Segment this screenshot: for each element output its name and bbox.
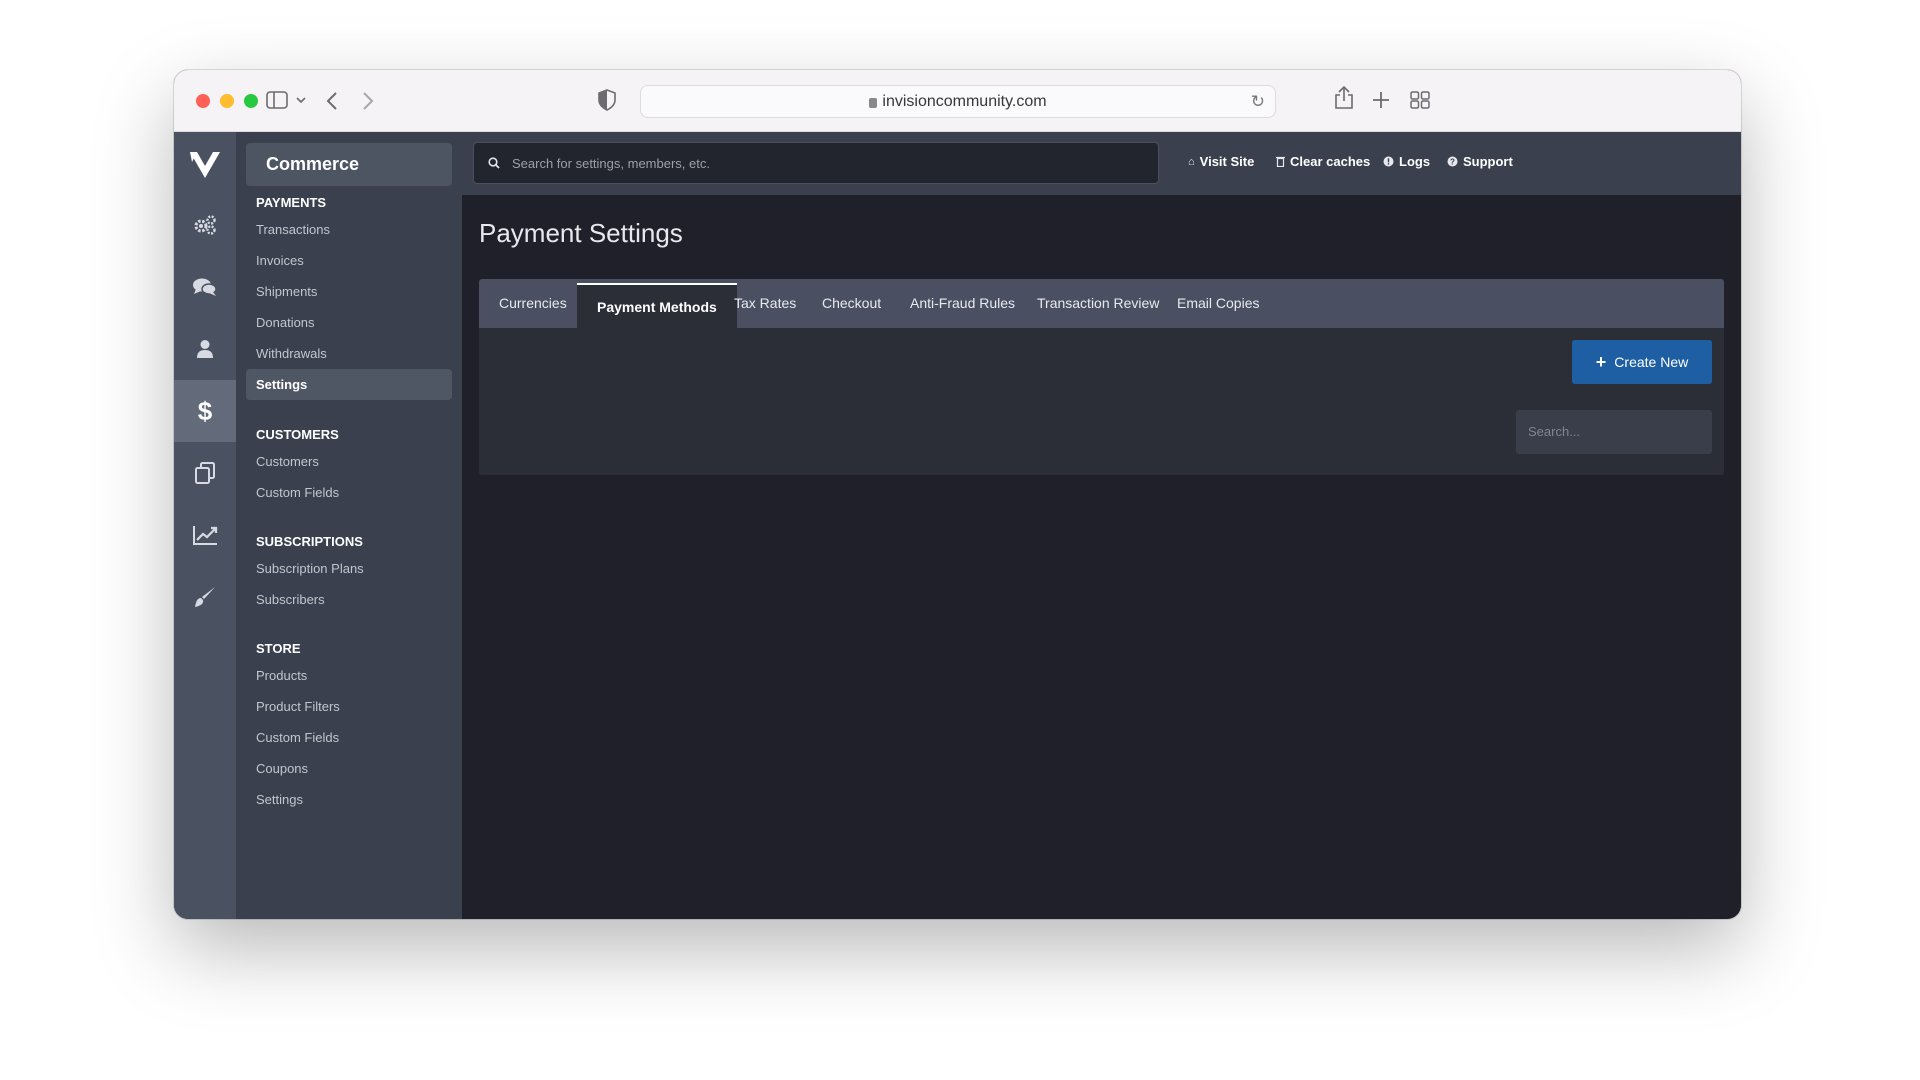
sidebar-item-withdrawals[interactable]: Withdrawals <box>246 338 452 369</box>
home-icon: ⌂ <box>1188 155 1195 168</box>
tab-email-copies[interactable]: Email Copies <box>1157 279 1279 328</box>
community-nav[interactable] <box>174 256 236 318</box>
pages-nav[interactable] <box>174 442 236 504</box>
sidebar-item-subscription-plans[interactable]: Subscription Plans <box>246 553 452 584</box>
sidebar-item-product-filters[interactable]: Product Filters <box>246 691 452 722</box>
close-window-button[interactable] <box>196 94 210 108</box>
sidebar-item-coupons[interactable]: Coupons <box>246 753 452 784</box>
zoom-window-button[interactable] <box>244 94 258 108</box>
admin-header: Search for settings, members, etc. ⌂ Vis… <box>462 132 1741 195</box>
tab-currencies[interactable]: Currencies <box>479 279 587 328</box>
forward-icon[interactable] <box>362 92 374 110</box>
search-icon <box>488 157 500 169</box>
sidebar-item-donations[interactable]: Donations <box>246 307 452 338</box>
brush-icon <box>195 587 215 607</box>
sidebar-item-shipments[interactable]: Shipments <box>246 276 452 307</box>
reload-icon[interactable]: ↻ <box>1251 92 1265 112</box>
svg-text:?: ? <box>1450 158 1455 167</box>
shield-icon[interactable] <box>598 89 616 111</box>
support-link[interactable]: ? Support <box>1447 154 1513 169</box>
invision-logo-icon[interactable] <box>188 148 222 182</box>
user-icon <box>197 340 213 358</box>
visit-site-label: Visit Site <box>1199 154 1255 169</box>
customization-nav[interactable] <box>174 566 236 628</box>
browser-toolbar: invisioncommunity.com ↻ <box>174 70 1741 132</box>
new-tab-icon[interactable] <box>1372 91 1390 109</box>
create-new-label: Create New <box>1614 354 1689 370</box>
sidebar-toggle-icon[interactable] <box>266 91 288 109</box>
help-icon: ? <box>1447 156 1458 167</box>
minimize-window-button[interactable] <box>220 94 234 108</box>
gears-icon <box>194 215 216 235</box>
clear-caches-label: Clear caches <box>1290 154 1371 169</box>
trash-icon <box>1276 156 1285 167</box>
sidebar-item-store-custom-fields[interactable]: Custom Fields <box>246 722 452 753</box>
chart-icon <box>193 526 218 545</box>
share-icon[interactable] <box>1334 86 1354 110</box>
sidebar-item-payment-settings[interactable]: Settings <box>246 369 452 400</box>
main-content: Payment Settings Currencies Payment Meth… <box>462 195 1741 919</box>
tab-overview-icon[interactable] <box>1410 91 1430 109</box>
tab-bar: Currencies Payment Methods Tax Rates Che… <box>479 279 1724 328</box>
create-new-button[interactable]: + Create New <box>1572 340 1712 384</box>
stats-nav[interactable] <box>174 504 236 566</box>
logs-label: Logs <box>1399 154 1431 169</box>
tab-tax-rates[interactable]: Tax Rates <box>714 279 816 328</box>
tab-anti-fraud-rules[interactable]: Anti-Fraud Rules <box>890 279 1035 328</box>
info-icon <box>1383 156 1394 167</box>
system-nav[interactable] <box>174 194 236 256</box>
settings-panel: Currencies Payment Methods Tax Rates Che… <box>479 279 1724 475</box>
sidebar-item-transactions[interactable]: Transactions <box>246 214 452 245</box>
tab-checkout[interactable]: Checkout <box>802 279 901 328</box>
table-search-input[interactable]: Search... <box>1516 410 1712 454</box>
sidebar-item-customers[interactable]: Customers <box>246 446 452 477</box>
lock-icon <box>869 97 878 108</box>
plus-icon: + <box>1595 351 1607 372</box>
nav-group-store: STORE Products Product Filters Custom Fi… <box>246 638 452 815</box>
clear-caches-link[interactable]: Clear caches <box>1276 154 1370 169</box>
search-placeholder: Search for settings, members, etc. <box>512 155 710 171</box>
sidebar-item-invoices[interactable]: Invoices <box>246 245 452 276</box>
app-title[interactable]: Commerce <box>246 143 452 186</box>
back-icon[interactable] <box>326 92 338 110</box>
icon-rail: $ <box>174 132 236 919</box>
logs-link[interactable]: Logs <box>1383 154 1430 169</box>
chat-icon <box>193 278 217 296</box>
visit-site-link[interactable]: ⌂ Visit Site <box>1188 154 1254 169</box>
address-bar[interactable]: invisioncommunity.com ↻ <box>640 85 1276 118</box>
nav-heading: SUBSCRIPTIONS <box>256 534 363 549</box>
dollar-icon: $ <box>197 395 213 426</box>
nav-group-payments: PAYMENTS Transactions Invoices Shipments… <box>246 192 452 400</box>
sidebar-item-subscribers[interactable]: Subscribers <box>246 584 452 615</box>
support-label: Support <box>1463 154 1513 169</box>
nav-heading: STORE <box>256 641 301 656</box>
nav-heading: CUSTOMERS <box>256 427 339 442</box>
sidebar-item-store-settings[interactable]: Settings <box>246 784 452 815</box>
admin-app: $ Commerce PAYMENTS Transactions Invoice… <box>174 132 1741 919</box>
nav-heading: PAYMENTS <box>256 195 327 210</box>
sidebar-item-products[interactable]: Products <box>246 660 452 691</box>
chevron-down-icon[interactable] <box>296 97 306 104</box>
commerce-nav[interactable]: $ <box>174 380 236 442</box>
tab-payment-methods[interactable]: Payment Methods <box>577 283 737 328</box>
browser-window: invisioncommunity.com ↻ $ Commerce PAYME… <box>174 70 1741 919</box>
members-nav[interactable] <box>174 318 236 380</box>
tab-transaction-review[interactable]: Transaction Review <box>1017 279 1179 328</box>
nav-group-subscriptions: SUBSCRIPTIONS Subscription Plans Subscri… <box>246 531 452 615</box>
url-text: invisioncommunity.com <box>882 92 1047 110</box>
section-sidebar: Commerce PAYMENTS Transactions Invoices … <box>236 132 462 919</box>
nav-group-customers: CUSTOMERS Customers Custom Fields <box>246 424 452 508</box>
page-title: Payment Settings <box>479 218 683 248</box>
copy-icon <box>195 462 215 484</box>
sidebar-item-customer-custom-fields[interactable]: Custom Fields <box>246 477 452 508</box>
global-search-input[interactable]: Search for settings, members, etc. <box>473 142 1159 184</box>
